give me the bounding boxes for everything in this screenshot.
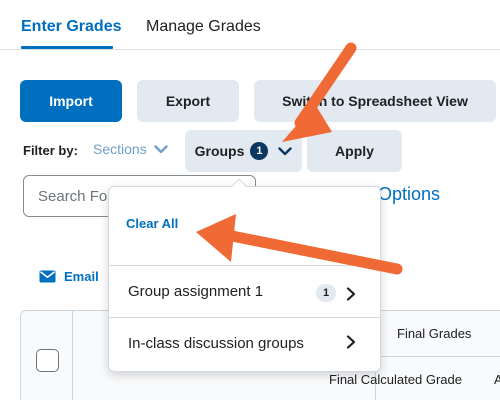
- options-link[interactable]: Options: [378, 184, 440, 205]
- import-button[interactable]: Import: [20, 80, 122, 122]
- grid-column-divider: [72, 310, 73, 400]
- final-grades-header: Final Grades: [397, 326, 472, 341]
- tab-enter-grades[interactable]: Enter Grades: [21, 17, 121, 37]
- switch-spreadsheet-view-button[interactable]: Switch to Spreadsheet View: [254, 80, 496, 122]
- tab-bar-divider: [0, 49, 500, 50]
- tab-manage-grades[interactable]: Manage Grades: [146, 17, 261, 37]
- clear-all-link[interactable]: Clear All: [126, 216, 178, 231]
- chevron-down-icon: [278, 146, 293, 155]
- menu-item-label: In-class discussion groups: [128, 334, 304, 352]
- email-label: Email: [64, 269, 99, 284]
- chevron-right-icon: [346, 287, 356, 301]
- final-calculated-grade-header[interactable]: Final Calculated Grade: [329, 372, 462, 387]
- menu-item-in-class-discussion-groups[interactable]: In-class discussion groups: [109, 318, 380, 368]
- apply-filter-button[interactable]: Apply: [307, 130, 402, 172]
- sections-filter-label: Sections: [93, 141, 147, 157]
- chevron-right-icon: [346, 335, 356, 349]
- groups-filter-dropdown[interactable]: Groups 1: [185, 130, 302, 172]
- export-button[interactable]: Export: [137, 80, 239, 122]
- grid-cut-off-text: A: [494, 372, 500, 387]
- groups-count-badge: 1: [250, 142, 269, 160]
- select-all-checkbox[interactable]: [36, 349, 59, 372]
- envelope-icon: [39, 270, 56, 283]
- chevron-down-icon: [154, 144, 168, 153]
- menu-item-label: Group assignment 1: [128, 282, 264, 300]
- groups-filter-label: Groups: [194, 143, 245, 159]
- sections-filter-dropdown[interactable]: Sections: [93, 141, 168, 157]
- menu-item-group-assignment-1[interactable]: Group assignment 1: [109, 266, 380, 316]
- filter-by-label: Filter by:: [23, 143, 78, 158]
- selected-count-badge: 1: [316, 284, 336, 302]
- email-button[interactable]: Email: [39, 269, 99, 284]
